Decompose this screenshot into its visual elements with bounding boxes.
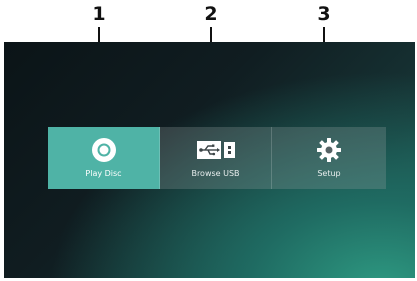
usb-icon xyxy=(196,137,235,163)
menu-tile-play-disc[interactable]: Play Disc xyxy=(48,127,160,189)
gear-icon xyxy=(317,137,341,163)
tv-screen: Play Disc Browse USB Setup xyxy=(4,42,415,278)
menu-tile-browse-usb[interactable]: Browse USB xyxy=(160,127,272,189)
home-menu: Play Disc Browse USB Setup xyxy=(48,127,386,189)
menu-tile-label: Browse USB xyxy=(191,169,240,178)
callout-number-2: 2 xyxy=(204,3,218,25)
menu-tile-setup[interactable]: Setup xyxy=(272,127,386,189)
disc-icon xyxy=(91,137,117,163)
menu-tile-label: Play Disc xyxy=(85,169,122,178)
menu-tile-label: Setup xyxy=(317,169,341,178)
callout-number-1: 1 xyxy=(92,3,106,25)
callout-number-3: 3 xyxy=(317,3,331,25)
